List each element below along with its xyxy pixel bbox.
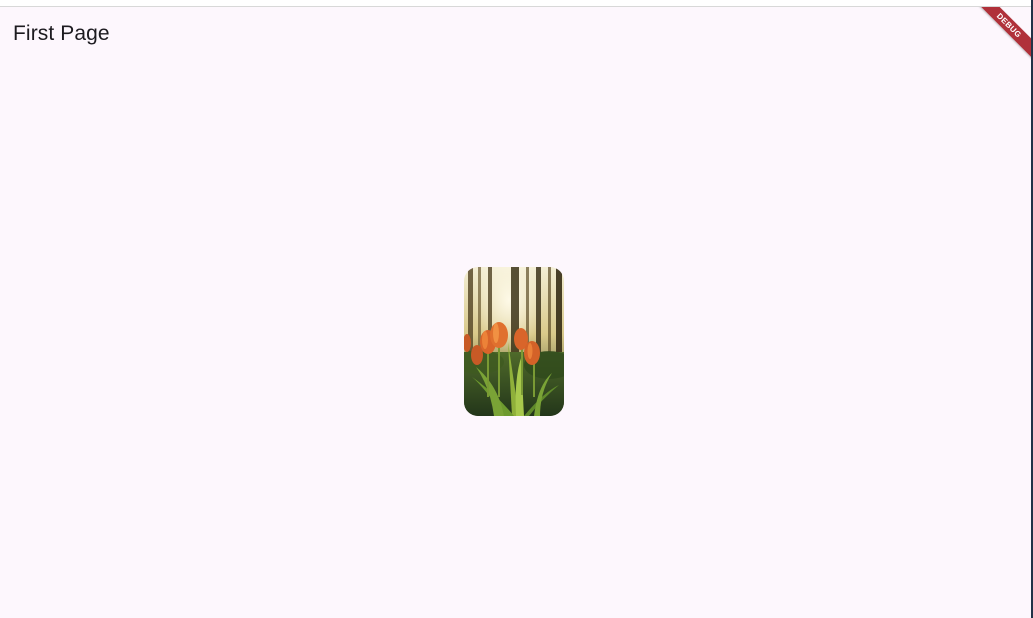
- window-top-edge: [0, 0, 1031, 7]
- tulip-photo-graphic: [464, 267, 564, 416]
- app-bar: First Page: [0, 7, 1031, 63]
- debug-banner: DEBUG: [971, 7, 1031, 67]
- page-title: First Page: [13, 22, 110, 45]
- app-window: First Page DEBUG: [0, 0, 1033, 618]
- tulip-photo[interactable]: [464, 267, 564, 416]
- debug-banner-label: DEBUG: [974, 7, 1031, 60]
